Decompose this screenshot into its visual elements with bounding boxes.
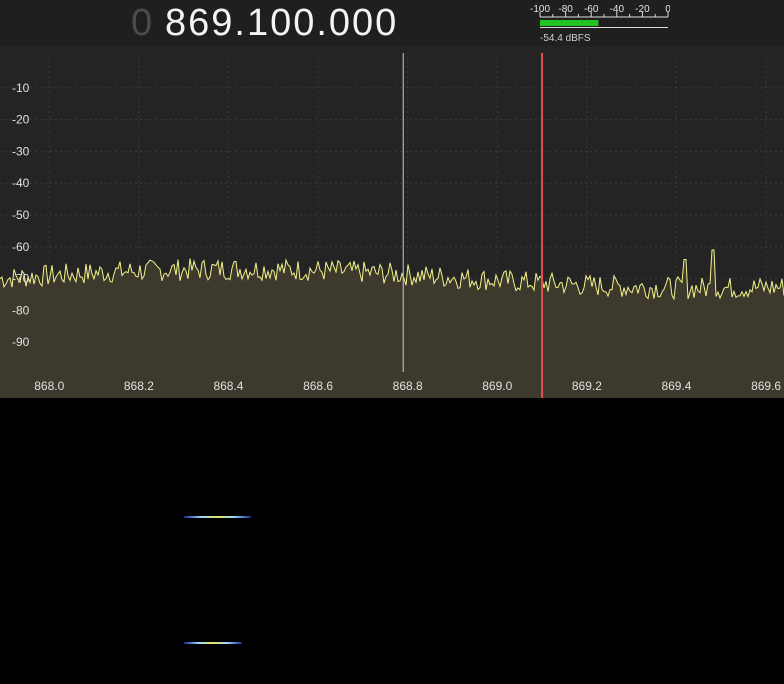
y-tick-label: -80 bbox=[12, 303, 30, 317]
y-tick-label: -40 bbox=[12, 176, 30, 190]
y-tick-label: -20 bbox=[12, 113, 30, 127]
x-tick-label: 869.4 bbox=[661, 379, 691, 393]
x-tick-label: 869.0 bbox=[482, 379, 512, 393]
waterfall-panel[interactable] bbox=[0, 398, 784, 684]
y-tick-label: -10 bbox=[12, 81, 30, 95]
waterfall-signal-trace bbox=[183, 642, 242, 644]
spectrum-plot[interactable]: -10 -20 -30 -40 -50 -60 -70 -80 -90 868.0 868.2 868… bbox=[0, 46, 784, 398]
y-tick-label: -50 bbox=[12, 208, 30, 222]
smeter-level-bar bbox=[540, 20, 599, 26]
smeter-readout: -54.4 dBFS bbox=[540, 33, 591, 44]
y-tick-label: -30 bbox=[12, 144, 30, 158]
x-tick-label: 868.4 bbox=[213, 379, 243, 393]
frequency-leading-digit[interactable]: 0 bbox=[131, 2, 153, 45]
y-tick-label: -70 bbox=[12, 272, 30, 286]
x-tick-label: 869.6 bbox=[751, 379, 781, 393]
frequency-display[interactable]: 869.100.000 bbox=[165, 2, 398, 45]
frequency-header: 0 869.100.000 -100 -80 -60 -40 -20 0 -54.4 dBF… bbox=[0, 0, 784, 46]
y-tick-label: -90 bbox=[12, 335, 30, 349]
spectrum-panel[interactable]: -10 -20 -30 -40 -50 -60 -70 -80 -90 868.0 868.2 868… bbox=[0, 46, 784, 398]
x-tick-label: 868.2 bbox=[124, 379, 154, 393]
waterfall-signal-trace bbox=[183, 516, 251, 518]
x-tick-label: 868.6 bbox=[303, 379, 333, 393]
signal-meter: -100 -80 -60 -40 -20 0 -54.4 dBFS bbox=[530, 0, 671, 46]
x-tick-label: 868.0 bbox=[34, 379, 64, 393]
signal-meter-graphic: -100 -80 -60 -40 -20 0-54.4 dBFS bbox=[530, 4, 671, 44]
x-tick-label: 868.8 bbox=[393, 379, 423, 393]
y-tick-label: -60 bbox=[12, 240, 30, 254]
x-tick-label: 869.2 bbox=[572, 379, 602, 393]
